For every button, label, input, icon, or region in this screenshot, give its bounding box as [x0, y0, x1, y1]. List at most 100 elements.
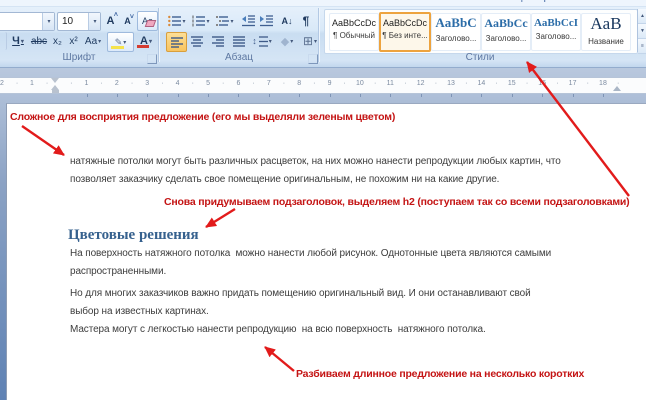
ruler-dot: ·: [373, 80, 377, 87]
ruler-dot: ·: [45, 80, 49, 87]
left-indent-marker[interactable]: [51, 90, 59, 93]
gallery-up-icon[interactable]: ▲: [638, 9, 646, 24]
align-center-button[interactable]: [187, 32, 206, 50]
ruler-dot: ·: [404, 80, 407, 87]
ruler-number: 1: [84, 80, 89, 87]
style-chip-heading3[interactable]: AaBbCcI Заголово...: [531, 13, 581, 51]
tab-view[interactable]: Вид: [636, 0, 646, 3]
strikethrough-button[interactable]: abc: [30, 32, 48, 50]
gallery-down-icon[interactable]: ▼: [638, 24, 646, 39]
font-color-button[interactable]: А ▾: [134, 32, 158, 50]
ruler-dot: ·: [70, 80, 73, 87]
style-chip-no-spacing[interactable]: AaBbCcDc ¶ Без инте...: [379, 12, 431, 52]
tab-references[interactable]: Ссылки: [251, 0, 286, 3]
paragraph-group-label: Абзац: [224, 52, 254, 63]
styles-gallery-scroll[interactable]: ▲ ▼ ≡: [637, 9, 646, 54]
font-group-label: Шрифт: [62, 52, 96, 63]
ruler-dot: ·: [586, 80, 589, 87]
word-window: Главная Вставка Ссылки Рассылки Рецензир…: [0, 0, 646, 400]
ruler-dot: ·: [15, 80, 19, 87]
ruler-dot: ·: [313, 80, 316, 87]
chevron-down-icon[interactable]: ▾: [88, 13, 100, 30]
ruler-dot: ·: [191, 80, 194, 87]
annotation-note-subheading-h2: Снова придумываем подзаголовок, выделяем…: [164, 196, 630, 208]
ruler-number: 2: [114, 80, 119, 87]
ruler-number: 12: [416, 80, 425, 87]
ruler-number: 9: [327, 80, 332, 87]
ruler-number: 5: [206, 80, 210, 87]
tab-home[interactable]: Главная: [3, 0, 41, 3]
grow-font-button[interactable]: А ˄: [102, 12, 119, 29]
paragraph[interactable]: Но для многих заказчиков важно придать п…: [70, 285, 531, 321]
document-heading[interactable]: Цветовые решения: [68, 227, 199, 244]
annotation-note-split-sentence: Разбиваем длинное предложение на несколь…: [296, 368, 585, 380]
shrink-font-button[interactable]: А ˅: [120, 13, 135, 29]
ribbon: Главная Вставка Ссылки Рассылки Рецензир…: [0, 0, 646, 68]
ruler-number: 7: [266, 80, 271, 87]
tab-mailings[interactable]: Рассылки: [422, 0, 467, 3]
tab-review[interactable]: Рецензирование: [505, 0, 582, 3]
ruler-number: 18: [599, 80, 607, 87]
styles-group-label: Стили: [465, 52, 495, 63]
ribbon-tabs: Главная Вставка Ссылки Рассылки Рецензир…: [0, 0, 646, 7]
horizontal-ruler[interactable]: 2 · 1 · · 1 · 2 · 3 · 4 · 5 · 6 · 7 · 8 · 9 · 10 · 11 · 12 · 13 · 14 · 15…: [0, 77, 646, 97]
ruler-margin-number: 1: [30, 80, 34, 87]
ruler-dot: ·: [282, 80, 286, 87]
subscript-button[interactable]: x₂: [50, 32, 65, 50]
clear-formatting-button[interactable]: Аа: [137, 11, 158, 31]
ruler-number: 17: [568, 80, 577, 87]
align-left-button[interactable]: [166, 32, 187, 52]
italic-button[interactable]: [0, 32, 7, 50]
highlighter-icon[interactable]: ✎ ▾: [107, 32, 134, 52]
shading-icon[interactable]: ◆ ▾: [276, 32, 298, 50]
decrease-indent-icon[interactable]: [240, 12, 257, 30]
ruler-dot: ·: [434, 80, 438, 87]
style-chip-heading1[interactable]: AaBbC Заголово...: [431, 13, 481, 51]
ruler-dot: ·: [130, 80, 134, 87]
numbered-list-icon[interactable]: ▾: [190, 12, 212, 30]
paragraph-dialog-launcher-icon[interactable]: [308, 54, 318, 64]
gallery-more-icon[interactable]: ≡: [638, 39, 646, 54]
ruler-number: 15: [507, 80, 516, 87]
style-chip-title[interactable]: AaB Название: [581, 13, 631, 51]
annotation-note-complex-sentence: Сложное для восприятия предложение (его …: [10, 111, 396, 123]
pilcrow-icon[interactable]: ¶: [298, 12, 314, 30]
ruler-number: 11: [386, 80, 394, 87]
ruler-dot: ·: [343, 80, 346, 87]
font-size-combo[interactable]: 10 ▾: [57, 12, 101, 31]
first-line-indent-marker[interactable]: [51, 78, 59, 83]
font-size-value: 10: [62, 16, 74, 27]
ruler-margin-number: 2: [0, 80, 4, 87]
underline-button[interactable]: Ч ▾: [8, 32, 28, 50]
ruler-dot: ·: [556, 80, 559, 87]
sort-icon[interactable]: А↓: [278, 12, 296, 30]
ruler-number: 6: [236, 80, 241, 87]
multilevel-list-icon[interactable]: ▾: [214, 12, 236, 30]
ruler-number: 14: [477, 80, 486, 87]
ruler-dot: ·: [465, 80, 468, 87]
superscript-button[interactable]: x²: [66, 32, 81, 50]
ruler-dot: ·: [525, 80, 529, 87]
paragraph[interactable]: натяжные потолки могут быть различных ра…: [70, 153, 561, 189]
tab-insert[interactable]: Вставка: [155, 0, 192, 3]
ruler-number: 3: [145, 80, 150, 87]
ruler-dot: ·: [100, 80, 103, 87]
paragraph[interactable]: Мастера могут с легкостью нанести репрод…: [70, 321, 486, 339]
ruler-number: 13: [447, 80, 455, 87]
line-spacing-icon[interactable]: ↕ ▾: [251, 32, 273, 50]
font-name-combo[interactable]: ▾: [0, 12, 55, 31]
chevron-down-icon[interactable]: ▾: [42, 13, 54, 30]
style-chip-heading2[interactable]: AaBbCc Заголово...: [481, 13, 531, 51]
change-case-button[interactable]: Аа ▾: [82, 32, 104, 50]
ruler-dot: ·: [161, 80, 164, 87]
bullet-list-icon[interactable]: ▾: [166, 12, 188, 30]
align-right-button[interactable]: [208, 32, 227, 50]
font-dialog-launcher-icon[interactable]: [147, 54, 157, 64]
increase-indent-icon[interactable]: [258, 12, 275, 30]
justify-button[interactable]: [229, 32, 248, 50]
ruler-dot: ·: [495, 80, 498, 87]
style-chip-normal[interactable]: AaBbCcDc ¶ Обычный: [329, 13, 379, 51]
paragraph[interactable]: На поверхность натяжного потолка можно н…: [70, 245, 551, 281]
ruler-number: 16: [538, 80, 547, 87]
ruler-number: 8: [297, 80, 302, 87]
